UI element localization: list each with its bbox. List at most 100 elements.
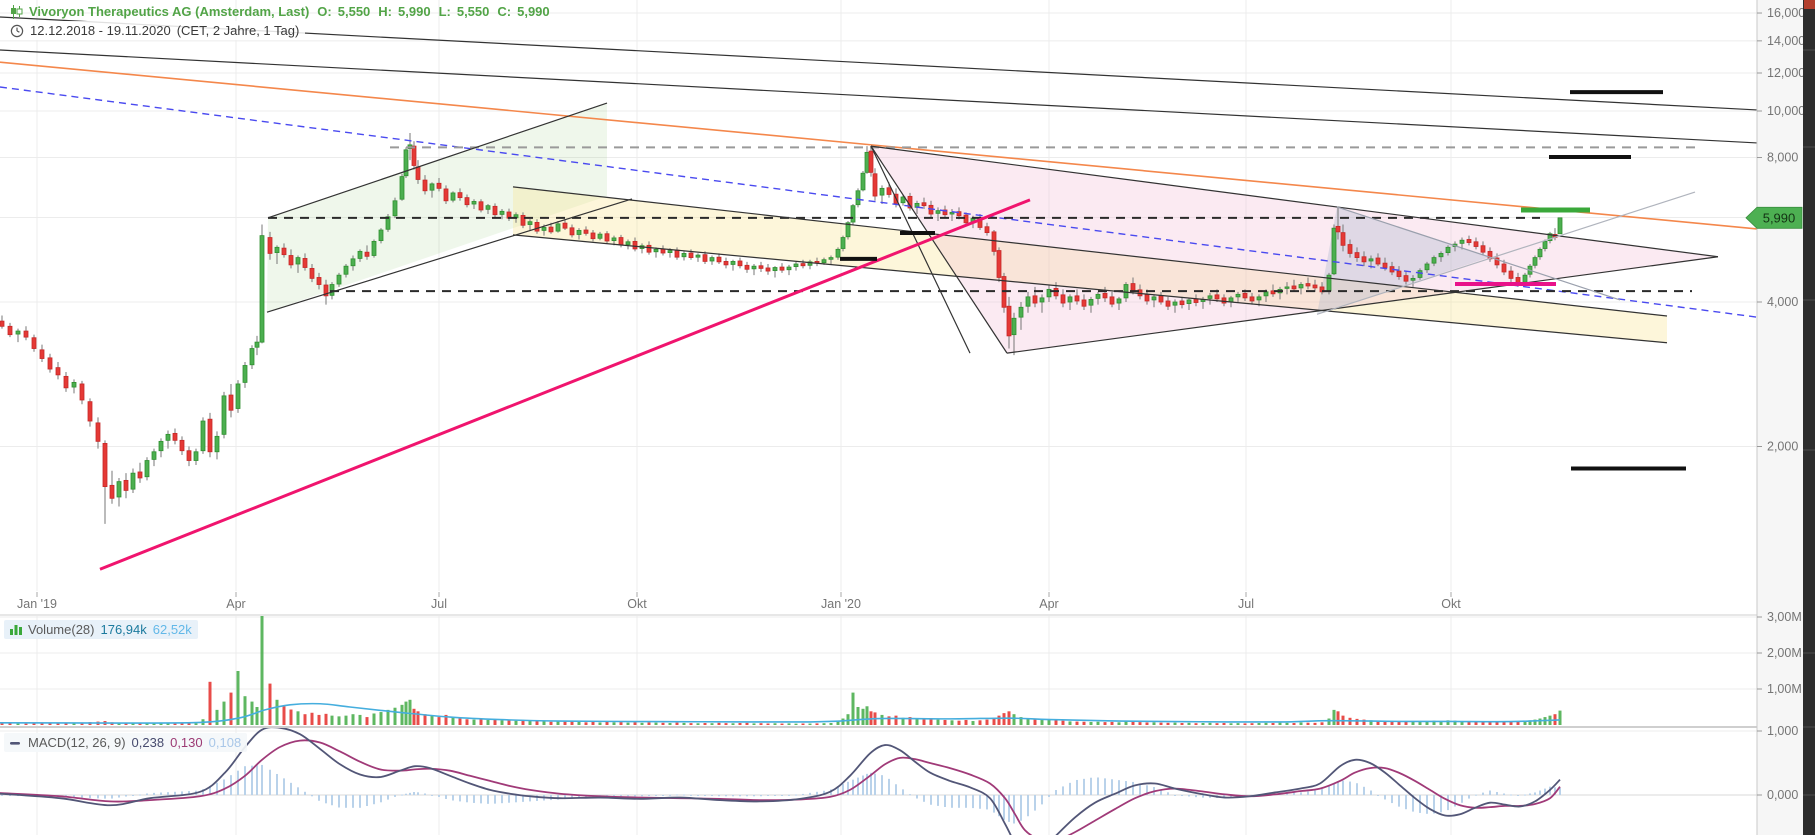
macd-histogram-bar — [676, 795, 678, 796]
date-range-legend[interactable]: 12.12.2018 - 19.11.2020 (CET, 2 Jahre, 1… — [4, 21, 305, 40]
candle — [612, 238, 616, 241]
volume-bar — [627, 723, 630, 725]
y-axis-label: 0,000 — [1767, 788, 1798, 802]
candle — [1439, 253, 1443, 256]
volume-bar — [732, 723, 735, 725]
candle — [479, 202, 483, 210]
macd-histogram-bar — [431, 795, 433, 796]
volume-bar — [809, 724, 812, 725]
candle — [236, 384, 240, 409]
candle — [1089, 299, 1093, 305]
candle — [1425, 264, 1429, 270]
macd-legend[interactable]: MACD(12, 26, 9) 0,238 0,130 0,108 — [4, 733, 247, 752]
volume-bar — [866, 706, 869, 725]
candle — [1418, 271, 1422, 278]
orange-trendline — [0, 62, 1757, 229]
macd-histogram-bar — [237, 771, 239, 795]
volume-bar — [1202, 723, 1205, 725]
candle — [1474, 242, 1478, 247]
volume-bar — [881, 715, 884, 725]
volume-bar — [276, 700, 279, 725]
candle — [64, 376, 68, 387]
candle — [1306, 284, 1310, 286]
volume-bar — [842, 719, 845, 725]
volume-bar — [711, 723, 714, 725]
side-scroll-strip[interactable] — [1803, 0, 1815, 835]
candle — [950, 212, 954, 214]
macd-histogram-bar — [718, 795, 720, 796]
candle — [372, 241, 376, 255]
low-label: L: — [439, 4, 451, 19]
price-axis[interactable]: 16,00014,00012,00010,0008,0004,0002,0003… — [1757, 0, 1805, 835]
macd-histogram-bar — [1174, 795, 1176, 796]
macd-histogram-bar — [405, 794, 407, 795]
macd-histogram-bar — [223, 779, 225, 795]
volume-bar — [862, 709, 865, 725]
volume-bar — [431, 716, 434, 725]
candle — [542, 227, 546, 230]
y-axis-label: 3,00M — [1767, 610, 1802, 624]
candle — [752, 266, 756, 269]
candle — [1019, 307, 1023, 317]
candle — [56, 368, 60, 375]
candle — [1257, 297, 1261, 300]
instrument-legend[interactable]: Vivoryon Therapeutics AG (Amsterdam, Las… — [4, 2, 556, 21]
volume-bar — [847, 714, 850, 725]
candle — [16, 331, 20, 334]
volume-bar — [1223, 723, 1226, 725]
volume-bar — [669, 723, 672, 725]
candle — [873, 174, 877, 196]
macd-histogram-bar — [909, 794, 911, 795]
macd-histogram-bar — [1321, 789, 1323, 795]
candle — [1007, 306, 1011, 336]
volume-bar — [923, 719, 926, 725]
candle — [1033, 296, 1037, 303]
candle — [472, 201, 476, 204]
candle — [856, 191, 860, 205]
volume-bar — [958, 721, 961, 725]
macd-histogram-bar — [487, 795, 489, 804]
macd-histogram-bar — [746, 795, 748, 796]
candle — [1285, 287, 1289, 288]
candle — [1362, 257, 1366, 262]
volume-bar — [1167, 723, 1170, 725]
chart-canvas[interactable]: Jan '19AprJulOktJan '20AprJulOkt16,00014… — [0, 0, 1815, 835]
macd-signal-line — [0, 740, 1560, 835]
macd-histogram-bar — [216, 783, 218, 795]
candle — [1194, 299, 1198, 303]
volume-bar — [244, 696, 247, 725]
macd-histogram-bar — [774, 795, 776, 796]
volume-bar — [373, 713, 376, 725]
volume-bar — [816, 723, 819, 725]
candle — [829, 258, 833, 260]
volume-bar — [1286, 723, 1289, 725]
candle — [619, 238, 623, 245]
candle — [1061, 295, 1065, 303]
macd-histogram-bar — [387, 795, 389, 800]
macd-histogram-bar — [655, 795, 657, 796]
candle — [1404, 276, 1408, 282]
macd-histogram-bar — [1013, 795, 1015, 823]
macd-histogram-bar — [352, 795, 354, 808]
y-axis-label: 14,000 — [1767, 34, 1805, 48]
volume-bar — [256, 707, 259, 725]
volume-bar — [606, 722, 609, 725]
candle — [1103, 293, 1107, 298]
x-axis-label: Apr — [226, 597, 245, 611]
volume-bar — [795, 724, 798, 725]
candle — [1397, 271, 1401, 276]
volume-bar — [802, 723, 805, 725]
volume-legend[interactable]: Volume(28) 176,94k 62,52k — [4, 620, 198, 639]
volume-bar — [746, 723, 749, 725]
candle — [1558, 218, 1562, 234]
candle — [48, 358, 52, 369]
volume-bar — [480, 719, 483, 725]
volume-bar — [195, 723, 198, 725]
candle — [1336, 226, 1340, 232]
volume-bar — [1405, 722, 1408, 725]
candle — [1166, 301, 1170, 306]
candle — [528, 222, 532, 225]
macd-histogram-bar — [508, 795, 510, 803]
candle — [1152, 297, 1156, 300]
volume-bar — [788, 723, 791, 725]
